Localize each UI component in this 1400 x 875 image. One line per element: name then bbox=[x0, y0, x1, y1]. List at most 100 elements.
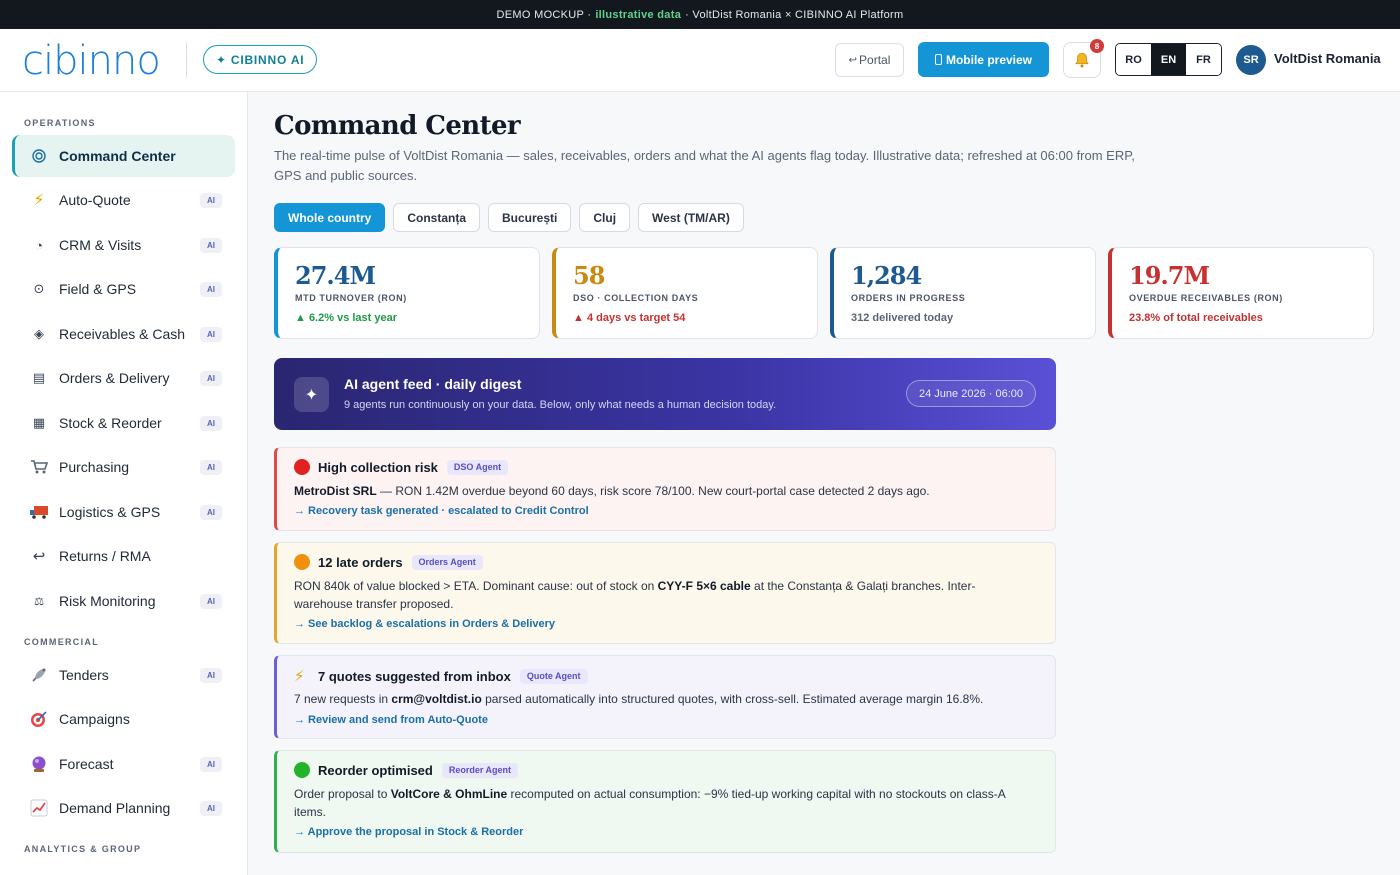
ai-badge: AI bbox=[200, 756, 222, 772]
kpi-label: OVERDUE RECEIVABLES (RON) bbox=[1129, 293, 1283, 303]
sidebar-item-label: Tenders bbox=[59, 667, 109, 683]
card-body-bold: CYY-F 5×6 cable bbox=[657, 579, 751, 593]
card-body-text: — RON 1.42M overdue beyond 60 days, risk… bbox=[376, 484, 930, 498]
ai-badge: AI bbox=[200, 667, 222, 683]
card-body-bold: VoltCore & OhmLine bbox=[390, 787, 508, 801]
card-action-link[interactable]: → Review and send from Auto-Quote bbox=[294, 714, 488, 726]
company-name[interactable]: VoltDist Romania bbox=[1274, 51, 1381, 66]
sidebar-item-label: Returns / RMA bbox=[59, 548, 151, 564]
sidebar-item-demand-planning[interactable]: Demand Planning AI bbox=[12, 787, 235, 829]
sidebar-item-purchasing[interactable]: Purchasing AI bbox=[12, 446, 235, 488]
lightning-icon: ⚡ bbox=[33, 192, 45, 209]
sidebar-item-label: Orders & Delivery bbox=[59, 370, 170, 386]
page-subtitle: The real-time pulse of VoltDist Romania … bbox=[274, 148, 1135, 183]
agent-tag: Reorder Agent bbox=[441, 762, 519, 778]
sidebar-item-label: Auto-Quote bbox=[59, 192, 131, 208]
card-title: 7 quotes suggested from inbox bbox=[318, 668, 511, 684]
header-divider bbox=[186, 43, 187, 77]
kpi-value: 1,284 bbox=[851, 261, 922, 290]
return-icon: ↩ bbox=[32, 548, 46, 565]
sidebar-item-field-gps[interactable]: ⊙ Field & GPS AI bbox=[12, 268, 235, 310]
sidebar-item-logistics-gps[interactable]: Logistics & GPS AI bbox=[12, 491, 235, 533]
sidebar-item-command-center[interactable]: Command Center bbox=[12, 135, 235, 177]
mobile-preview-button[interactable]: Mobile preview bbox=[918, 42, 1049, 77]
green-circle-icon bbox=[294, 762, 310, 778]
feed-card-collection-risk: High collection risk DSO Agent MetroDist… bbox=[274, 447, 1056, 531]
kpi-card-turnover[interactable]: 27.4M MTD TURNOVER (RON) ▲ 6.2% vs last … bbox=[274, 247, 540, 339]
grid-icon: ▦ bbox=[32, 415, 46, 430]
lang-en-button[interactable]: EN bbox=[1151, 44, 1186, 75]
sidebar-item-forecast[interactable]: Forecast AI bbox=[12, 743, 235, 785]
sidebar-item-crm-visits[interactable]: ◔ CRM & Visits AI bbox=[12, 224, 235, 266]
truck-icon bbox=[26, 505, 52, 519]
kpi-card-overdue[interactable]: 19.7M OVERDUE RECEIVABLES (RON) 23.8% of… bbox=[1108, 247, 1374, 339]
sidebar-item-returns-rma[interactable]: ↩ Returns / RMA bbox=[12, 535, 235, 577]
lang-ro-button[interactable]: RO bbox=[1116, 44, 1151, 75]
sidebar-item-label: Logistics & GPS bbox=[59, 504, 161, 520]
sidebar-item-label: Campaigns bbox=[59, 711, 130, 727]
notifications-button[interactable]: 8 bbox=[1063, 39, 1104, 78]
cibinno-logo[interactable]: cibinno bbox=[22, 39, 161, 83]
region-constanta[interactable]: Constanța bbox=[393, 203, 481, 232]
page-title: Command Center bbox=[274, 111, 521, 141]
region-filter: Whole country Constanța București Cluj W… bbox=[274, 203, 744, 232]
region-cluj[interactable]: Cluj bbox=[579, 203, 631, 232]
ai-badge: AI bbox=[200, 326, 222, 342]
ai-pill-label: CIBINNO AI bbox=[230, 52, 305, 67]
digest-subtitle: 9 agents run continuously on your data. … bbox=[344, 399, 777, 411]
kpi-card-dso[interactable]: 58 DSO · COLLECTION DAYS ▲ 4 days vs tar… bbox=[552, 247, 818, 339]
kpi-note: 23.8% of total receivables bbox=[1129, 312, 1263, 324]
language-switcher: RO EN FR bbox=[1115, 43, 1222, 76]
kpi-value: 19.7M bbox=[1129, 261, 1210, 290]
user-avatar[interactable]: SR bbox=[1236, 45, 1266, 75]
sidebar-item-stock-reorder[interactable]: ▦ Stock & Reorder AI bbox=[12, 402, 235, 444]
sidebar-item-campaigns[interactable]: Campaigns bbox=[12, 698, 235, 740]
banner-prefix: DEMO MOCKUP · bbox=[496, 8, 592, 21]
mobile-preview-label: Mobile preview bbox=[945, 52, 1033, 67]
card-title: High collection risk bbox=[318, 459, 438, 475]
agent-tag: Quote Agent bbox=[519, 668, 588, 684]
target-dart-icon bbox=[26, 710, 52, 728]
card-action-link[interactable]: → See backlog & escalations in Orders & … bbox=[294, 618, 555, 630]
feed-card-quotes: ⚡ 7 quotes suggested from inbox Quote Ag… bbox=[274, 655, 1056, 739]
cibinno-ai-pill[interactable]: ✦ CIBINNO AI bbox=[203, 45, 318, 74]
digest-title: AI agent feed · daily digest bbox=[344, 376, 522, 392]
ai-badge: AI bbox=[200, 237, 222, 253]
sidebar-item-auto-quote[interactable]: ⚡ Auto-Quote AI bbox=[12, 179, 235, 221]
agent-tag: DSO Agent bbox=[446, 459, 509, 475]
sidebar-item-label: Stock & Reorder bbox=[59, 415, 162, 431]
region-bucuresti[interactable]: București bbox=[488, 203, 572, 232]
target-icon bbox=[26, 149, 52, 163]
pie-icon: ◔ bbox=[35, 237, 43, 253]
sidebar-item-label: Forecast bbox=[59, 756, 114, 772]
ai-badge: AI bbox=[200, 593, 222, 609]
satellite-icon bbox=[26, 666, 52, 684]
back-arrow-icon: ↩ bbox=[848, 54, 858, 66]
kpi-value: 27.4M bbox=[295, 261, 376, 290]
card-action-link[interactable]: → Approve the proposal in Stock & Reorde… bbox=[294, 826, 523, 838]
kpi-note: 312 delivered today bbox=[851, 312, 954, 324]
region-west[interactable]: West (TM/AR) bbox=[638, 203, 744, 232]
lang-fr-button[interactable]: FR bbox=[1186, 44, 1221, 75]
sidebar-item-risk-monitoring[interactable]: ⚖ Risk Monitoring AI bbox=[12, 580, 235, 622]
sidebar-item-orders-delivery[interactable]: ▤ Orders & Delivery AI bbox=[12, 357, 235, 399]
sparkle-icon: ✦ bbox=[294, 377, 329, 412]
lightning-icon: ⚡ bbox=[294, 668, 305, 685]
demo-banner: DEMO MOCKUP · illustrative data · VoltDi… bbox=[0, 0, 1400, 29]
ai-badge: AI bbox=[200, 370, 222, 386]
sidebar-item-tenders[interactable]: Tenders AI bbox=[12, 654, 235, 696]
ai-badge: AI bbox=[200, 415, 222, 431]
region-whole-country[interactable]: Whole country bbox=[274, 203, 386, 232]
sidebar: OPERATIONS Command Center ⚡ Auto-Quote A… bbox=[0, 92, 248, 875]
portal-button[interactable]: ↩ Portal bbox=[835, 43, 904, 77]
red-circle-icon bbox=[294, 459, 310, 475]
kpi-card-orders[interactable]: 1,284 ORDERS IN PROGRESS 312 delivered t… bbox=[830, 247, 1096, 339]
feed-card-reorder: Reorder optimised Reorder Agent Order pr… bbox=[274, 750, 1056, 853]
card-body-text: Order proposal to bbox=[294, 787, 391, 801]
section-label-commercial: COMMERCIAL bbox=[24, 637, 99, 647]
card-body: 7 new requests in crm@voltdist.io parsed… bbox=[294, 690, 1024, 708]
digest-date: 24 June 2026 · 06:00 bbox=[906, 380, 1036, 407]
sidebar-item-receivables-cash[interactable]: ◈ Receivables & Cash AI bbox=[12, 313, 235, 355]
sidebar-item-label: Field & GPS bbox=[59, 281, 137, 297]
card-action-link[interactable]: → Recovery task generated · escalated to… bbox=[294, 505, 589, 517]
